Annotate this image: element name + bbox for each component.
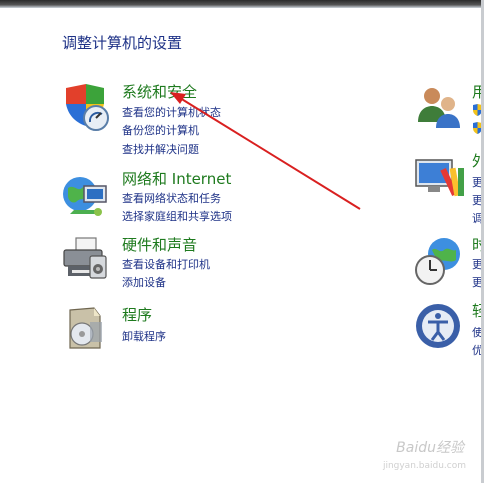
category-title-system-security[interactable]: 系统和安全 xyxy=(122,81,197,102)
category-title-network-internet[interactable]: 网络和 Internet xyxy=(122,168,231,189)
link-view-computer-status[interactable]: 查看您的计算机状态 xyxy=(122,104,221,120)
link-add-device[interactable]: 添加设备 xyxy=(122,274,166,290)
link-troubleshoot[interactable]: 查找并解决问题 xyxy=(122,141,199,157)
shield-icon xyxy=(66,84,109,131)
category-title-hardware-sound[interactable]: 硬件和声音 xyxy=(122,234,197,255)
users-icon xyxy=(418,88,460,128)
clock-globe-icon xyxy=(415,238,460,285)
link-backup-computer[interactable]: 备份您的计算机 xyxy=(122,122,199,138)
ease-of-access-icon xyxy=(416,304,460,348)
programs-icon xyxy=(69,307,102,349)
link-devices-printers[interactable]: 查看设备和打印机 xyxy=(122,256,210,272)
category-title-programs[interactable]: 程序 xyxy=(122,304,152,325)
right-column: 用 外 更 更 调 时 更 更 轻 使 优 xyxy=(410,0,484,483)
appearance-icon xyxy=(415,159,464,197)
link-homegroup-sharing[interactable]: 选择家庭组和共享选项 xyxy=(122,208,232,224)
page-title: 调整计算机的设置 xyxy=(62,34,183,52)
watermark-brand: Baidu经验 xyxy=(396,440,464,456)
watermark-url: jingyan.baidu.com xyxy=(382,461,466,471)
network-globe-icon xyxy=(63,177,107,216)
link-uninstall-program[interactable]: 卸载程序 xyxy=(122,328,166,344)
link-view-network-status[interactable]: 查看网络状态和任务 xyxy=(122,190,221,206)
printer-icon xyxy=(63,237,107,279)
